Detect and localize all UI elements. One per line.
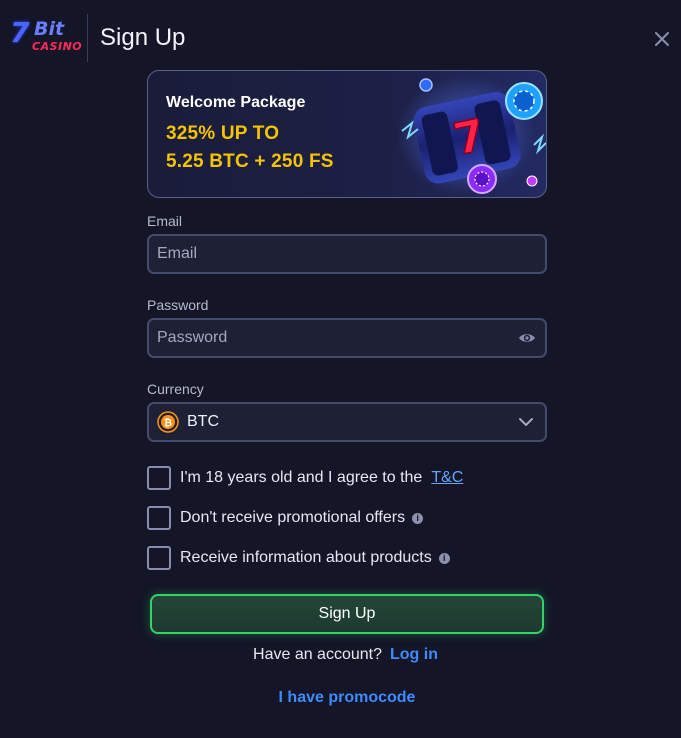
promocode-link[interactable]: I have promocode xyxy=(0,689,681,707)
password-field-container xyxy=(147,318,547,358)
banner-amount-line1: 325% UP TO xyxy=(166,123,280,144)
promo-opt-out-row: Don't receive promotional offers i xyxy=(147,506,424,530)
banner-amount-line2: 5.25 BTC + 250 FS xyxy=(166,151,334,172)
login-prompt: Have an account? Log in xyxy=(0,646,681,664)
welcome-package-banner: Welcome Package 325% UP TO 5.25 BTC + 25… xyxy=(147,70,547,198)
svg-text:₿: ₿ xyxy=(164,417,172,429)
terms-link[interactable]: T&C xyxy=(431,469,463,487)
sign-up-button[interactable]: Sign Up xyxy=(150,594,544,634)
bitcoin-icon: ₿ xyxy=(157,411,179,433)
currency-label: Currency xyxy=(147,381,204,397)
have-account-text: Have an account? xyxy=(253,646,382,663)
email-label: Email xyxy=(147,213,183,229)
password-label: Password xyxy=(147,297,209,313)
password-input[interactable] xyxy=(149,320,545,356)
chevron-down-icon xyxy=(519,418,533,426)
age-agreement-checkbox[interactable] xyxy=(147,466,171,490)
product-info-checkbox[interactable] xyxy=(147,546,171,570)
page-title: Sign Up xyxy=(100,24,186,51)
info-icon[interactable]: i xyxy=(438,552,450,564)
slot-machine-illustration: 7 xyxy=(396,75,546,195)
7bit-casino-logo: 7 Bit CASINO xyxy=(10,16,83,60)
login-link[interactable]: Log in xyxy=(390,646,438,663)
age-agreement-row: I'm 18 years old and I agree to the T&C xyxy=(147,466,463,490)
currency-select[interactable]: ₿ BTC xyxy=(147,402,547,442)
info-icon[interactable]: i xyxy=(412,512,424,524)
product-info-text: Receive information about products xyxy=(180,549,432,566)
currency-selected-value: BTC xyxy=(187,413,219,430)
logo-seven: 7 xyxy=(10,16,30,49)
modal-header: 7 Bit CASINO Sign Up xyxy=(0,0,681,80)
promo-opt-out-checkbox[interactable] xyxy=(147,506,171,530)
product-info-row: Receive information about products i xyxy=(147,546,450,570)
close-icon[interactable] xyxy=(652,29,672,49)
logo-bit: Bit xyxy=(34,18,65,40)
header-divider xyxy=(87,14,88,62)
eye-icon[interactable] xyxy=(518,330,536,346)
promo-opt-out-text: Don't receive promotional offers xyxy=(180,509,406,526)
age-agreement-text: I'm 18 years old and I agree to the xyxy=(180,469,423,486)
email-field-container xyxy=(147,234,547,274)
email-input[interactable] xyxy=(149,236,545,272)
banner-heading: Welcome Package xyxy=(166,94,306,111)
logo-casino: CASINO xyxy=(32,40,83,53)
